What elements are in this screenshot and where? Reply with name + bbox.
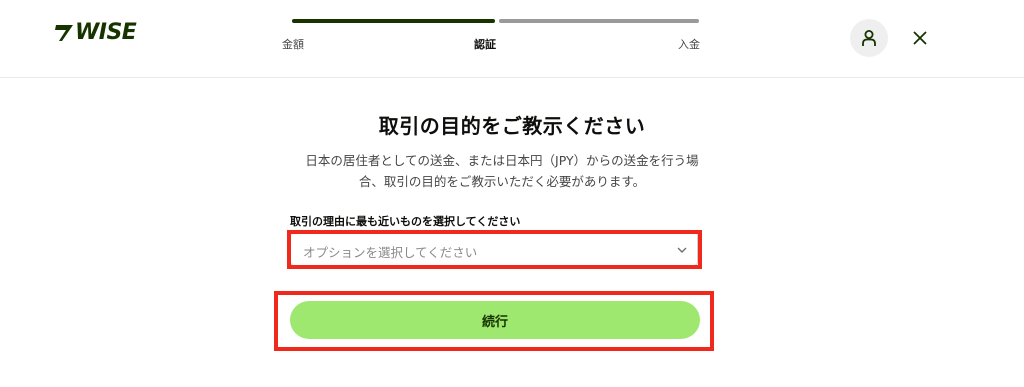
user-icon (862, 30, 876, 46)
continue-button[interactable]: 続行 (290, 301, 700, 339)
step-label-verification: 認証 (474, 38, 496, 51)
continue-button-label: 続行 (481, 313, 508, 329)
step-label-payment: 入金 (678, 38, 700, 51)
chevron-down-icon (677, 247, 687, 253)
purpose-select[interactable]: オプションを選択してください (290, 232, 698, 266)
purpose-select-placeholder: オプションを選択してください (303, 245, 478, 260)
wise-flag-logo-icon (55, 25, 73, 41)
progress-bar-remaining (499, 19, 699, 23)
logo-wordmark: WISE (75, 20, 137, 45)
page-title: 取引の目的をご教示ください (378, 114, 646, 138)
step-label-amount: 金額 (282, 38, 304, 51)
purpose-field-label: 取引の理由に最も近いものを選択してください (290, 215, 521, 228)
close-button[interactable] (908, 26, 932, 50)
top-header: WISE 金額 認証 入金 (0, 0, 1024, 78)
step-progress: 金額 認証 入金 (282, 19, 700, 59)
description-line-1: 日本の居住者としての送金、または日本円（JPY）からの送金を行う場 (305, 153, 699, 168)
description-line-2: 合、取引の目的をご教示いただく必要があります。 (358, 174, 646, 189)
progress-bar-completed (292, 19, 495, 23)
wise-logo[interactable]: WISE (54, 20, 137, 45)
page-description: 日本の居住者としての送金、または日本円（JPY）からの送金を行う場 合、取引の目… (282, 150, 722, 192)
close-icon (913, 31, 927, 45)
account-button[interactable] (850, 19, 888, 57)
